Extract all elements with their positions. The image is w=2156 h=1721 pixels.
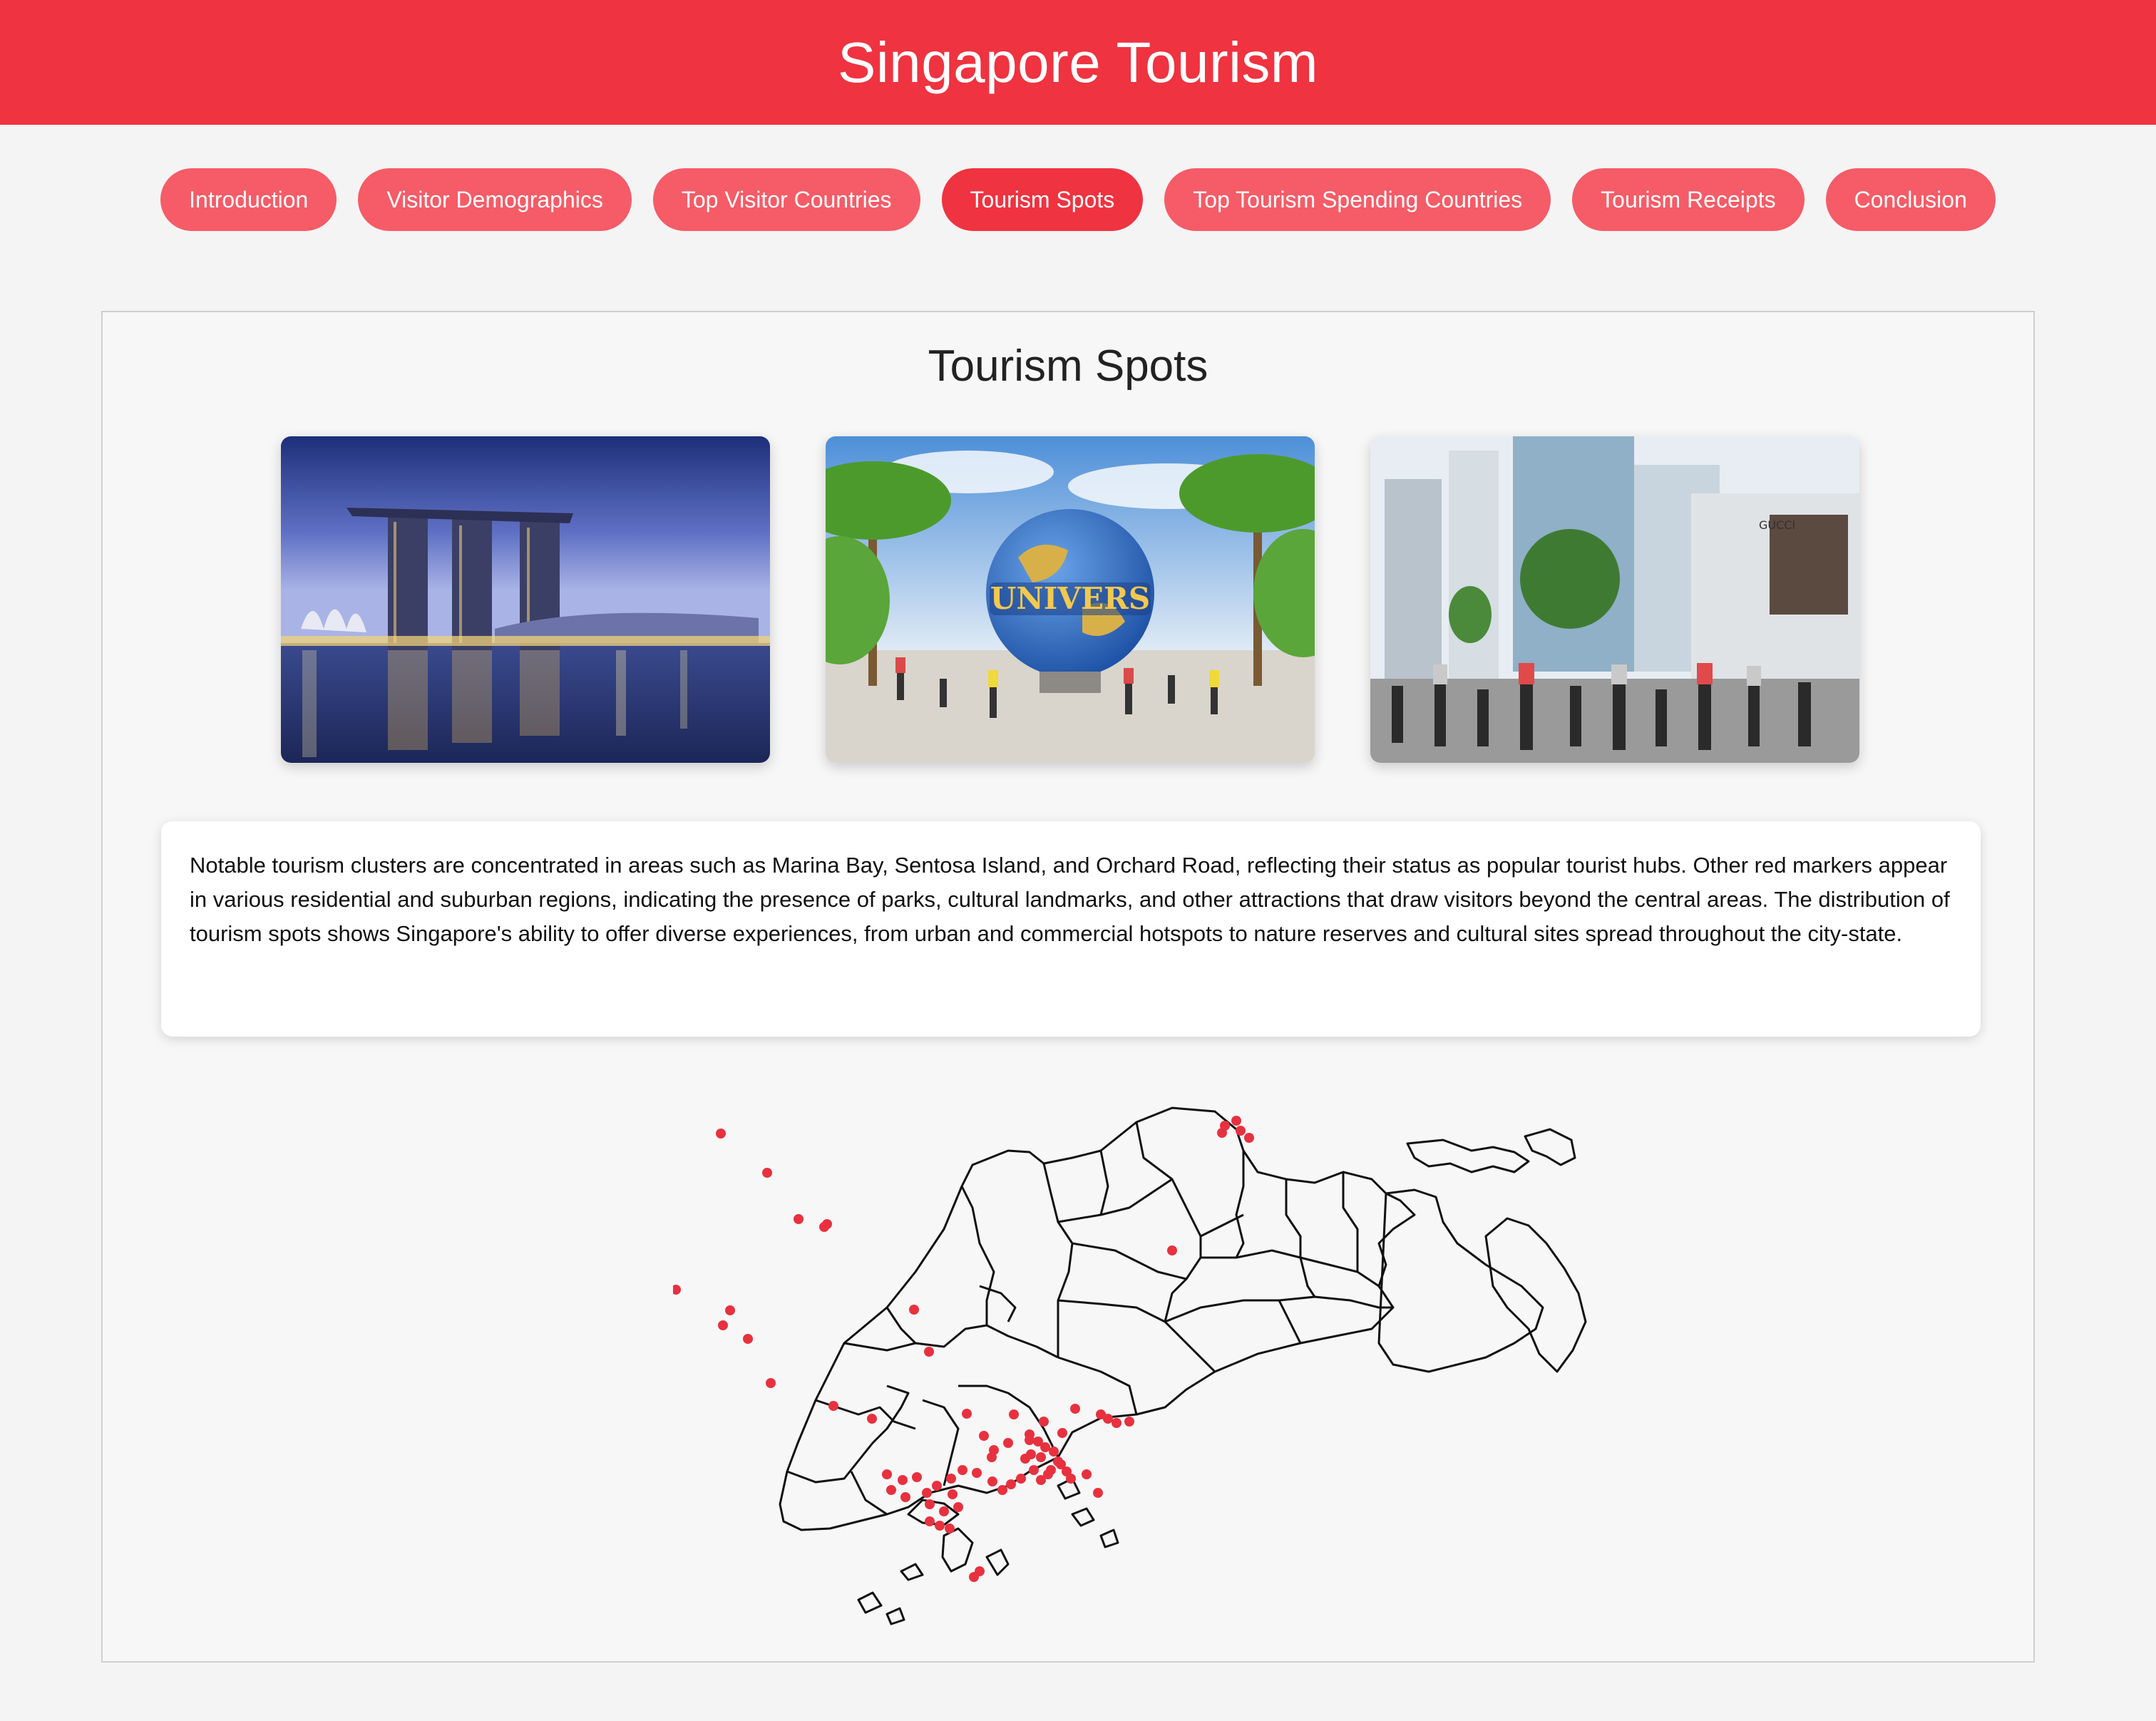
tourism-spot-marker (987, 1476, 997, 1486)
tourism-spot-marker (925, 1516, 935, 1526)
tourism-spot-markers (671, 1116, 1254, 1582)
tourism-spot-marker (1026, 1449, 1036, 1459)
tourism-spot-marker (743, 1334, 753, 1344)
nav-top-visitor-countries-button[interactable]: Top Visitor Countries (652, 168, 920, 231)
tourism-spot-marker (794, 1214, 804, 1224)
tourism-spot-marker (1036, 1475, 1046, 1485)
description-card: Notable tourism clusters are concentrate… (161, 821, 1981, 1037)
universal-sign-text: UNIVERS (990, 581, 1151, 616)
tourism-spot-marker (1006, 1479, 1016, 1489)
tourism-spot-marker (945, 1524, 955, 1534)
singapore-map (671, 1072, 1614, 1643)
tourism-spot-marker (1036, 1452, 1046, 1462)
universal-studios-photo: UNIVERS (826, 436, 1315, 763)
tourism-spot-marker (1103, 1414, 1113, 1424)
nav-tourism-spots-button[interactable]: Tourism Spots (941, 168, 1144, 231)
tourism-spot-marker (975, 1566, 985, 1576)
tourism-spot-marker (1070, 1404, 1080, 1414)
description-text: Notable tourism clusters are concentrate… (190, 853, 1950, 946)
nav-tourism-receipts-button[interactable]: Tourism Receipts (1572, 168, 1805, 231)
tourism-spot-marker (1040, 1442, 1050, 1452)
tourism-spot-marker (1039, 1417, 1049, 1427)
tourism-spot-marker (962, 1409, 972, 1419)
main-nav: Introduction Visitor Demographics Top Vi… (0, 168, 2156, 232)
tourism-spot-marker (932, 1481, 942, 1491)
nav-top-spending-countries-button[interactable]: Top Tourism Spending Countries (1164, 168, 1551, 231)
tourism-spot-marker (1112, 1418, 1121, 1428)
tourism-spot-marker (898, 1475, 908, 1485)
tourism-spot-marker (946, 1474, 956, 1484)
tourism-spot-marker (948, 1489, 958, 1499)
tourism-spot-marker (1025, 1435, 1035, 1445)
tourism-spot-marker (1016, 1474, 1026, 1484)
tourism-spot-marker (953, 1502, 963, 1512)
tourism-spot-marker (718, 1320, 728, 1330)
tourism-spot-marker (1217, 1128, 1227, 1138)
tourism-spot-marker (716, 1129, 726, 1139)
tourism-spots-panel: Tourism Spots UNIVERS GUCCI Notable tour… (101, 311, 2035, 1663)
site-header: Singapore Tourism (0, 0, 2156, 125)
tourism-spot-marker (924, 1347, 934, 1357)
tourism-spot-marker (912, 1472, 922, 1482)
tourism-spot-marker (1029, 1465, 1039, 1475)
marina-bay-photo (281, 436, 770, 763)
orchard-road-photo: GUCCI (1370, 436, 1859, 763)
map-outline (779, 1106, 1587, 1625)
tourism-spot-marker (1049, 1447, 1059, 1457)
tourism-spot-marker (1244, 1133, 1254, 1143)
nav-visitor-demographics-button[interactable]: Visitor Demographics (358, 168, 632, 231)
nav-introduction-button[interactable]: Introduction (160, 168, 337, 231)
tourism-spot-marker (987, 1452, 997, 1462)
tourism-spot-marker (822, 1219, 832, 1229)
tourism-spot-marker (1082, 1469, 1092, 1479)
tourism-spot-marker (909, 1305, 919, 1315)
section-title: Tourism Spots (928, 341, 1208, 391)
tourism-spot-marker (935, 1521, 945, 1531)
tourism-spot-marker (1066, 1474, 1076, 1484)
tourism-spot-marker (1124, 1417, 1134, 1427)
map-svg (671, 1106, 1587, 1625)
tourism-spot-marker (762, 1168, 772, 1178)
tourism-spot-marker (725, 1305, 735, 1315)
tourism-spot-marker (1236, 1126, 1246, 1136)
tourism-spot-marker (867, 1414, 877, 1424)
tourism-spot-marker (766, 1378, 776, 1388)
tourism-spot-marker (972, 1468, 982, 1478)
tourism-spot-marker (828, 1401, 838, 1411)
tourism-spot-marker (1093, 1488, 1103, 1498)
tourism-spot-marker (886, 1485, 896, 1495)
tourism-spot-marker (997, 1485, 1007, 1495)
gucci-sign-text: GUCCI (1759, 518, 1795, 532)
site-title: Singapore Tourism (837, 30, 1319, 94)
tourism-spot-marker (979, 1431, 989, 1441)
nav-conclusion-button[interactable]: Conclusion (1825, 168, 1996, 231)
tourism-spot-marker (1231, 1116, 1241, 1126)
tourism-spot-marker (1057, 1428, 1067, 1438)
tourism-spot-marker (1003, 1438, 1013, 1448)
tourism-spot-marker (671, 1285, 681, 1295)
tourism-spot-marker (922, 1488, 932, 1498)
tourism-spot-marker (882, 1469, 892, 1479)
tourism-spot-marker (1009, 1409, 1019, 1419)
tourism-spot-marker (900, 1492, 910, 1502)
tourism-spot-marker (1167, 1245, 1177, 1255)
tourism-spot-marker (958, 1465, 967, 1475)
tourism-spot-marker (939, 1506, 949, 1516)
tourism-spot-marker (925, 1499, 935, 1509)
